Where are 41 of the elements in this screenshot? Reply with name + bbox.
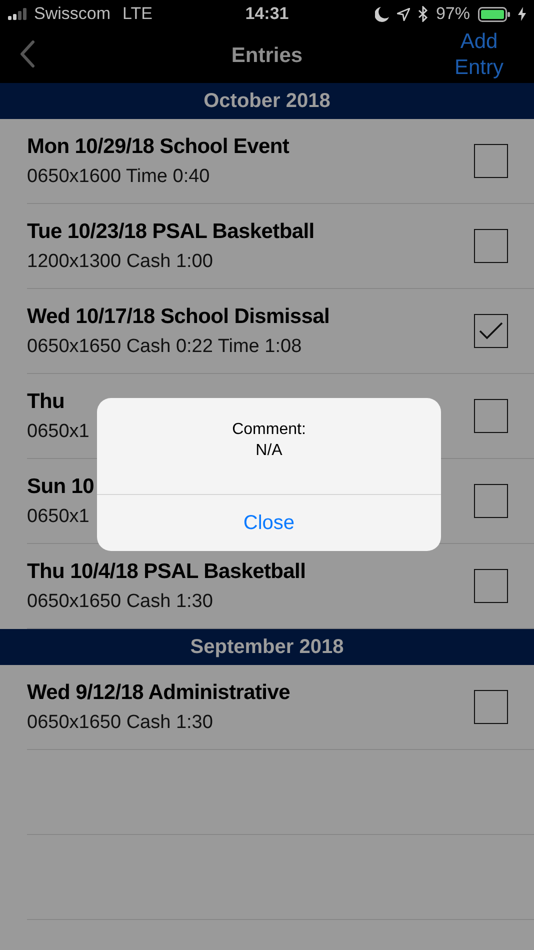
section-header: September 2018 <box>190 635 344 660</box>
entry-title: Tue 10/23/18 PSAL Basketball <box>27 219 314 245</box>
checkbox[interactable] <box>474 690 508 724</box>
network-type: LTE <box>122 3 152 26</box>
charging-bolt-icon <box>518 7 526 21</box>
entry-detail: 0650x1 <box>27 505 90 529</box>
status-time: 14:31 <box>245 4 289 24</box>
entry-row[interactable]: Tue 10/23/18 PSAL Basketball 1200x1300 Cash 1:00 <box>27 204 534 289</box>
entry-detail: 1200x1300 Cash 1:00 <box>27 250 213 274</box>
entry-detail: 0650x1650 Cash 1:30 <box>27 711 213 735</box>
battery-percent: 97% <box>436 3 470 26</box>
entry-row[interactable]: Mon 10/29/18 School Event 0650x1600 Time 0:40 <box>27 119 534 204</box>
back-chevron-icon <box>20 40 34 68</box>
checkbox[interactable] <box>474 399 508 433</box>
checkbox[interactable] <box>474 484 508 518</box>
entry-title: Wed 10/17/18 School Dismissal <box>27 304 330 330</box>
entry-detail: 0650x1650 Cash 0:22 Time 1:08 <box>27 335 302 359</box>
section-header: October 2018 <box>204 89 330 114</box>
entry-title: Thu 10/4/18 PSAL Basketball <box>27 559 306 585</box>
entry-title: Mon 10/29/18 School Event <box>27 134 290 160</box>
entry-title: Sun 10 <box>27 474 94 500</box>
carrier-name: Swisscom <box>34 3 111 26</box>
checkbox[interactable] <box>474 229 508 263</box>
location-arrow-icon <box>396 8 410 20</box>
entry-title: Thu <box>27 389 65 415</box>
entry-title: Wed 9/12/18 Administrative <box>27 680 290 706</box>
entry-detail: 0650x1600 Time 0:40 <box>27 165 210 189</box>
moon-icon <box>374 6 389 22</box>
entry-detail: 0650x1650 Cash 1:30 <box>27 590 213 614</box>
checkbox[interactable] <box>474 144 508 178</box>
entry-row[interactable]: Wed 9/12/18 Administrative 0650x1650 Cash 1:30 <box>27 665 534 750</box>
bluetooth-icon <box>418 6 428 22</box>
entry-row[interactable]: Wed 10/17/18 School Dismissal 0650x1650 Cash 0:22 Time 1:08 <box>27 289 534 374</box>
check-icon <box>479 322 503 340</box>
battery-icon <box>478 6 510 22</box>
entry-detail: 0650x1 <box>27 420 90 444</box>
screen-title: Entries <box>231 44 303 67</box>
alert-title: Comment: <box>232 420 306 440</box>
checkbox[interactable] <box>474 569 508 603</box>
alert-message: N/A <box>256 441 282 461</box>
checkbox[interactable] <box>474 314 508 348</box>
